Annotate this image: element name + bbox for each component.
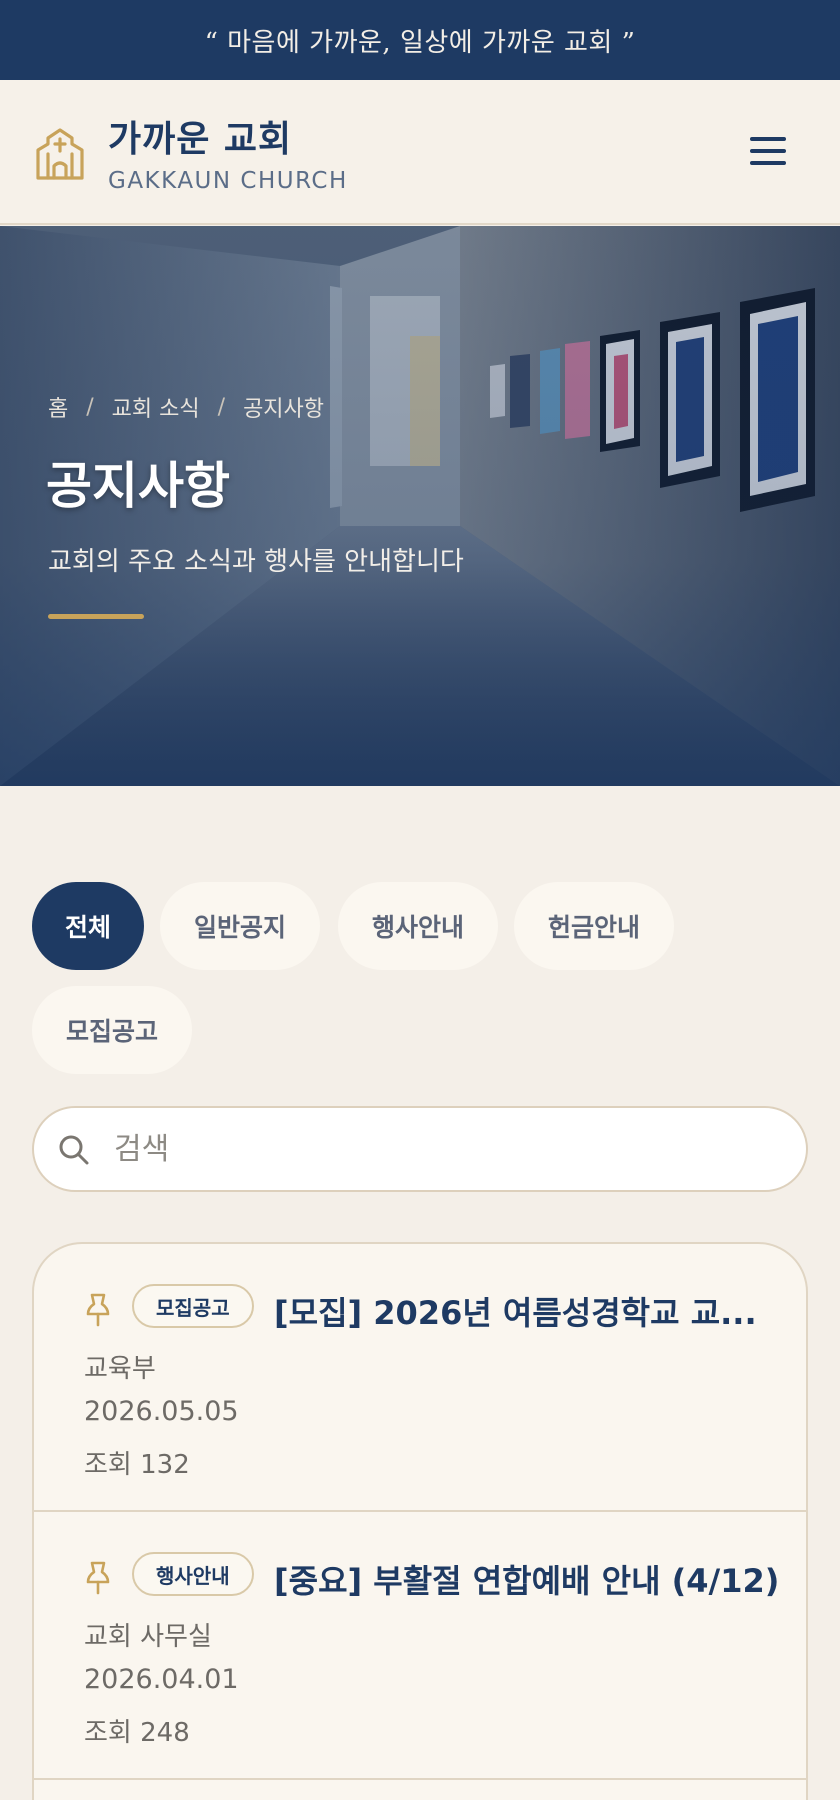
pin-icon bbox=[86, 1293, 110, 1327]
title-underline bbox=[48, 614, 144, 619]
brand-name[interactable]: 가까운 교회 bbox=[108, 110, 292, 162]
page-description: 교회의 주요 소식과 행사를 안내합니다 bbox=[48, 547, 464, 577]
breadcrumb-church-news[interactable]: 교회 소식 bbox=[112, 391, 200, 423]
site-header: 가까운 교회 GAKKAUN CHURCH bbox=[0, 80, 840, 225]
search-icon[interactable] bbox=[58, 1134, 90, 1166]
filter-chip-general[interactable]: 일반공지 bbox=[160, 882, 320, 970]
notice-item[interactable]: 행사안내 [중요] 부활절 연합예배 안내 (4/12) 교회 사무실 2026… bbox=[34, 1512, 806, 1780]
search-bar bbox=[32, 1106, 808, 1192]
breadcrumb-home[interactable]: 홈 bbox=[48, 391, 68, 423]
filter-chip-offering[interactable]: 헌금안내 bbox=[514, 882, 674, 970]
hamburger-menu-icon[interactable] bbox=[750, 135, 790, 167]
notice-views: 조회 132 bbox=[84, 1450, 190, 1480]
notice-category-badge: 행사안내 bbox=[132, 1552, 254, 1596]
church-icon[interactable] bbox=[32, 126, 88, 182]
brand-subtitle: GAKKAUN CHURCH bbox=[108, 168, 348, 194]
hero-section: 홈 / 교회 소식 / 공지사항 공지사항 교회의 주요 소식과 행사를 안내합… bbox=[0, 226, 840, 786]
filter-chip-recruit[interactable]: 모집공고 bbox=[32, 986, 192, 1074]
breadcrumb-separator: / bbox=[86, 394, 94, 420]
filter-chip-all[interactable]: 전체 bbox=[32, 882, 144, 970]
breadcrumb-current: 공지사항 bbox=[243, 397, 325, 422]
top-banner: “ 마음에 가까운, 일상에 가까운 교회 ” bbox=[0, 0, 840, 80]
notice-list: 모집공고 [모집] 2026년 여름성경학교 교... 교육부 2026.05.… bbox=[32, 1242, 808, 1800]
page-title: 공지사항 bbox=[46, 456, 230, 515]
notice-title[interactable]: [모집] 2026년 여름성경학교 교... bbox=[274, 1288, 784, 1334]
filter-chip-events[interactable]: 행사안내 bbox=[338, 882, 498, 970]
notice-item[interactable]: 모집공고 [모집] 2026년 여름성경학교 교... 교육부 2026.05.… bbox=[34, 1244, 806, 1512]
search-input[interactable] bbox=[114, 1116, 774, 1182]
notice-title[interactable]: [중요] 부활절 연합예배 안내 (4/12) bbox=[274, 1556, 784, 1602]
breadcrumb-separator: / bbox=[217, 394, 226, 420]
notice-category-badge: 모집공고 bbox=[132, 1284, 254, 1328]
notice-date: 2026.05.05 bbox=[84, 1396, 239, 1427]
pin-icon bbox=[86, 1561, 110, 1595]
notice-views: 조회 248 bbox=[84, 1718, 190, 1748]
notice-date: 2026.04.01 bbox=[84, 1664, 239, 1695]
banner-text: “ 마음에 가까운, 일상에 가까운 교회 ” bbox=[204, 27, 636, 58]
notice-author: 교육부 bbox=[84, 1354, 156, 1384]
breadcrumb: 홈 / 교회 소식 / 공지사항 bbox=[48, 391, 324, 423]
notice-author: 교회 사무실 bbox=[84, 1622, 212, 1652]
